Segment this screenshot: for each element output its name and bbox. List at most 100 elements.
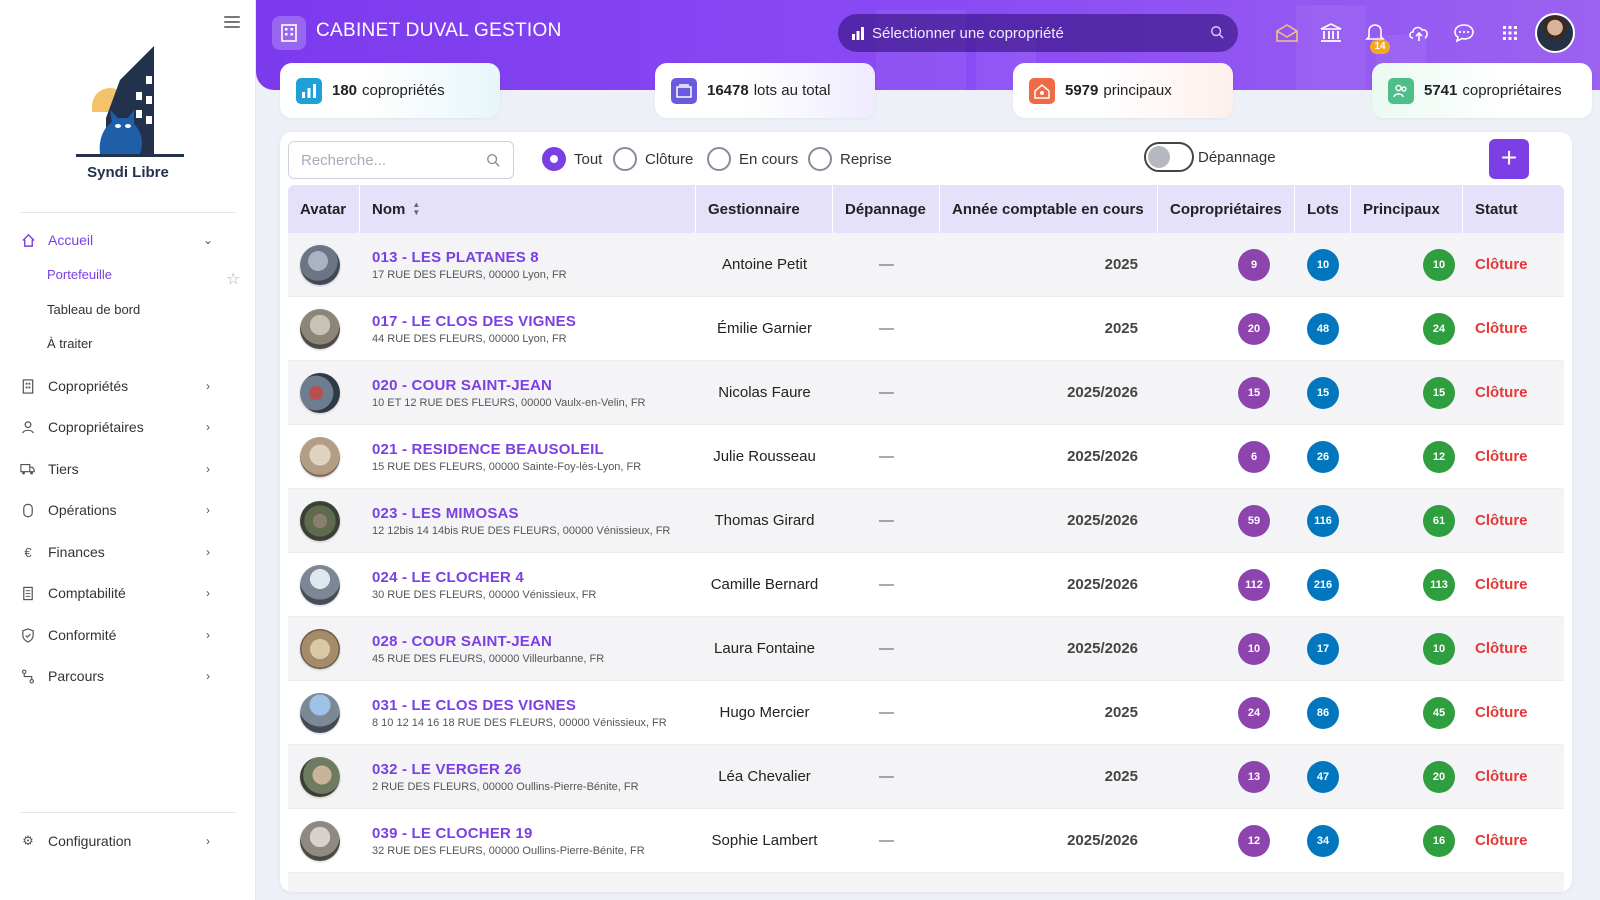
row-avatar-cell [288, 745, 360, 809]
coproprietaires-count-badge: 15 [1238, 376, 1270, 409]
principaux-count-badge: 20 [1423, 760, 1455, 793]
lots-cell: 17 [1295, 617, 1351, 681]
stat-value: 5979 [1065, 82, 1099, 99]
nav-item-accueil[interactable]: Accueil ⌄ [20, 228, 216, 252]
mail-icon[interactable] [1274, 20, 1300, 46]
table-row[interactable]: 017 - LE CLOS DES VIGNES 44 RUE DES FLEUR… [288, 297, 1564, 361]
table-row[interactable]: 039 - LE CLOCHER 19 32 RUE DES FLEURS, 00… [288, 809, 1564, 873]
copropriete-name-link[interactable]: 023 - LES MIMOSAS [372, 505, 670, 522]
nav-item-finances[interactable]: € Finances › [20, 540, 216, 564]
lots-count-badge: 34 [1307, 824, 1339, 857]
lots-count-badge: 15 [1307, 376, 1339, 409]
nav-item-coproprietes[interactable]: Copropriétés › [20, 374, 216, 398]
nav-item-coproprietaires[interactable]: Copropriétaires › [20, 415, 216, 439]
building-icon [20, 378, 36, 394]
table-row[interactable]: 013 - LES PLATANES 8 17 RUE DES FLEURS, 0… [288, 233, 1564, 297]
star-icon[interactable]: ☆ [226, 272, 242, 288]
copropriete-name-link[interactable]: 017 - LE CLOS DES VIGNES [372, 313, 576, 330]
principaux-count-badge: 24 [1423, 312, 1455, 345]
gestionnaire-cell: Laura Fontaine [714, 640, 815, 657]
nav-item-comptabilite[interactable]: Comptabilité › [20, 581, 216, 605]
copropriete-name-link[interactable]: 013 - LES PLATANES 8 [372, 249, 567, 266]
lots-count-badge: 48 [1307, 312, 1339, 345]
search-input[interactable] [288, 141, 514, 179]
annee-comptable-cell: 2025/2026 [1067, 832, 1138, 849]
copropriete-selector[interactable]: Sélectionner une copropriété [838, 14, 1238, 52]
col-avatar: Avatar [288, 185, 360, 233]
cloud-upload-icon[interactable] [1406, 20, 1432, 46]
subnav-tableau-de-bord[interactable]: Tableau de bord [47, 302, 140, 317]
lots-cell: 86 [1295, 681, 1351, 745]
table-row[interactable]: 028 - COUR SAINT-JEAN 45 RUE DES FLEURS, … [288, 617, 1564, 681]
filter-radio-en-cours[interactable]: En cours [707, 146, 798, 172]
depannage-toggle[interactable] [1144, 142, 1194, 172]
radio-label: Tout [574, 150, 603, 168]
ledger-icon [20, 585, 36, 601]
copropriete-address: 10 ET 12 RUE DES FLEURS, 00000 Vaulx-en-… [372, 396, 646, 409]
nav-item-operations[interactable]: Opérations › [20, 498, 216, 522]
gestionnaire-cell: Hugo Mercier [719, 704, 810, 721]
table-row[interactable]: 031 - LE CLOS DES VIGNES 8 10 12 14 16 18… [288, 681, 1564, 745]
col-lots: Lots [1295, 185, 1351, 233]
user-avatar[interactable] [1535, 13, 1575, 53]
stat-card-principaux: 5979 principaux [1013, 63, 1233, 118]
chevron-right-icon: › [206, 379, 210, 393]
sort-icon[interactable]: ▲ ▼ [411, 201, 421, 217]
gestionnaire-cell: Camille Bernard [710, 576, 819, 593]
copropriete-name-link[interactable]: 021 - RESIDENCE BEAUSOLEIL [372, 441, 641, 458]
building-photo [300, 500, 340, 541]
nav-item-conformite[interactable]: Conformité › [20, 623, 216, 647]
statut-cell: Clôture [1475, 704, 1528, 721]
subnav-a-traiter[interactable]: À traiter [47, 336, 93, 351]
row-avatar-cell [288, 617, 360, 681]
chat-icon[interactable] [1451, 20, 1477, 46]
table-row[interactable]: 032 - LE VERGER 26 2 RUE DES FLEURS, 0000… [288, 745, 1564, 809]
nav-label: Tiers [48, 461, 79, 477]
copropriete-name-link[interactable]: 031 - LE CLOS DES VIGNES [372, 697, 667, 714]
coproprietaires-count-badge: 9 [1238, 248, 1270, 281]
bank-icon[interactable] [1318, 20, 1344, 46]
copropriete-name-link[interactable]: 020 - COUR SAINT-JEAN [372, 377, 646, 394]
table-row[interactable]: 024 - LE CLOCHER 4 30 RUE DES FLEURS, 000… [288, 553, 1564, 617]
row-name-cell: 028 - COUR SAINT-JEAN 45 RUE DES FLEURS, … [360, 617, 696, 681]
subnav-portefeuille[interactable]: Portefeuille [47, 267, 112, 282]
copropriete-name-link[interactable]: 024 - LE CLOCHER 4 [372, 569, 596, 586]
copropriete-name-link[interactable]: 032 - LE VERGER 26 [372, 761, 639, 778]
chevron-right-icon: › [206, 545, 210, 559]
nav-label: Comptabilité [48, 585, 126, 601]
stat-label: lots au total [753, 82, 831, 99]
copropriete-address: 15 RUE DES FLEURS, 00000 Sainte-Foy-lès-… [372, 460, 642, 473]
table-row[interactable]: 021 - RESIDENCE BEAUSOLEIL 15 RUE DES FLE… [288, 425, 1564, 489]
copropriete-address: 30 RUE DES FLEURS, 00000 Vénissieux, FR [372, 588, 597, 601]
nav-item-configuration[interactable]: ⚙ Configuration › [20, 829, 216, 853]
filter-radio-cloture[interactable]: Clôture [613, 146, 693, 172]
table-row[interactable]: 023 - LES MIMOSAS 12 12bis 14 14bis RUE D… [288, 489, 1564, 553]
building-photo [300, 564, 340, 605]
principaux-count-badge: 15 [1423, 376, 1455, 409]
col-nom[interactable]: Nom ▲ ▼ [360, 185, 696, 233]
lots-count-badge: 10 [1307, 248, 1339, 281]
principaux-cell: 24 [1351, 297, 1463, 361]
copropriete-name-link[interactable]: 028 - COUR SAINT-JEAN [372, 633, 604, 650]
menu-toggle-icon[interactable] [224, 16, 240, 28]
row-avatar-cell [288, 361, 360, 425]
filter-radio-reprise[interactable]: Reprise [808, 146, 892, 172]
coproprietaires-count-badge: 24 [1238, 696, 1270, 729]
table-row[interactable]: 020 - COUR SAINT-JEAN 10 ET 12 RUE DES FL… [288, 361, 1564, 425]
depannage-cell: — [879, 256, 894, 273]
users-icon [1388, 77, 1414, 104]
lots-cell: 26 [1295, 425, 1351, 489]
copropriete-name-link[interactable]: 039 - LE CLOCHER 19 [372, 825, 645, 842]
gestionnaire-cell: Nicolas Faure [718, 384, 811, 401]
table-header: Avatar Nom ▲ ▼ Gestionnaire Dépannage Anné… [288, 185, 1564, 233]
lots-cell: 15 [1295, 361, 1351, 425]
row-name-cell: 024 - LE CLOCHER 4 30 RUE DES FLEURS, 000… [360, 553, 696, 617]
nav-item-tiers[interactable]: Tiers › [20, 457, 216, 481]
filter-radio-tout[interactable]: Tout [542, 146, 602, 172]
gestionnaire-cell: Julie Rousseau [713, 448, 816, 465]
apps-grid-icon[interactable] [1497, 20, 1523, 46]
depannage-cell: — [879, 704, 894, 721]
wallet-icon [20, 502, 36, 518]
nav-item-parcours[interactable]: Parcours › [20, 664, 216, 688]
add-copropriete-button[interactable]: + [1489, 139, 1529, 179]
